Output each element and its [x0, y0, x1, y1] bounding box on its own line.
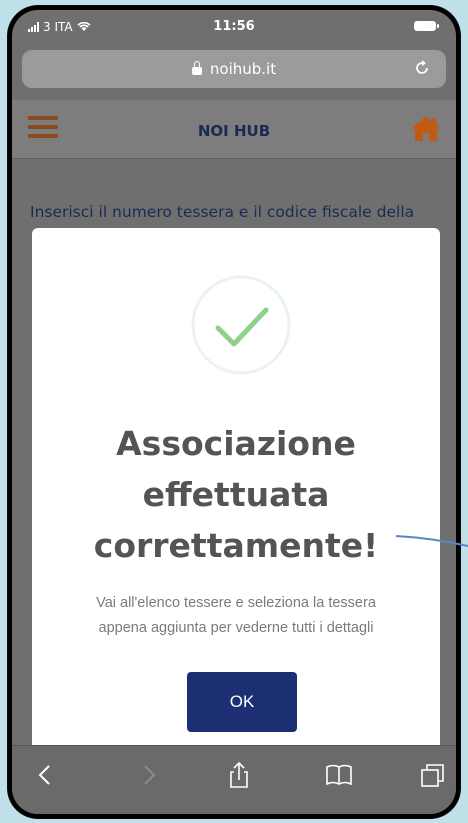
dialog-title-line: correttamente!	[93, 526, 379, 565]
screen: 3 ITA 11:56 noihub.it NOI HUB Inserisci …	[12, 10, 456, 814]
back-icon[interactable]	[30, 760, 60, 790]
share-icon[interactable]	[224, 760, 254, 790]
battery-icon	[414, 21, 439, 31]
home-icon[interactable]	[410, 114, 442, 142]
instruction-text: Inserisci il numero tessera e il codice …	[30, 203, 415, 221]
status-bar: 3 ITA 11:56	[12, 10, 456, 46]
dialog-message-line: appena aggiunta per vederne tutti i dett…	[98, 620, 374, 636]
success-dialog: Associazione effettuata correttamente! V…	[32, 228, 440, 752]
dialog-message: Vai all'elenco tessere e seleziona la te…	[52, 591, 420, 641]
dialog-title-line: effettuata	[142, 475, 330, 514]
clock: 11:56	[213, 19, 255, 34]
reload-icon[interactable]	[412, 58, 432, 78]
success-check-icon	[191, 275, 291, 375]
site-header: NOI HUB	[12, 100, 456, 159]
annotation-arrow	[395, 535, 468, 547]
phone-frame: 3 ITA 11:56 noihub.it NOI HUB Inserisci …	[8, 6, 460, 818]
bookmarks-icon[interactable]	[324, 760, 354, 790]
browser-toolbar	[12, 745, 456, 814]
tabs-icon[interactable]	[418, 760, 448, 790]
ok-button[interactable]: OK	[187, 672, 297, 732]
dialog-message-line: Vai all'elenco tessere e seleziona la te…	[96, 595, 376, 611]
dialog-title: Associazione effettuata correttamente!	[32, 418, 440, 571]
lock-icon	[191, 61, 202, 75]
forward-icon[interactable]	[134, 760, 164, 790]
address-bar[interactable]: noihub.it	[22, 50, 446, 88]
dialog-title-line: Associazione	[116, 424, 356, 463]
site-title: NOI HUB	[197, 122, 271, 140]
url-text: noihub.it	[209, 60, 277, 78]
